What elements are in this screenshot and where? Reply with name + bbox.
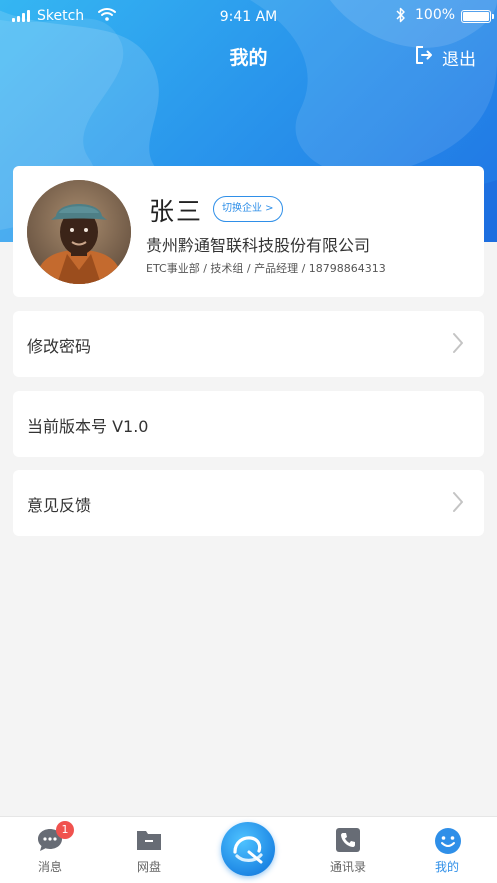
tab-label: 通讯录 — [329, 860, 366, 874]
center-action-button[interactable] — [221, 822, 275, 876]
tab-label: 消息 — [37, 860, 62, 874]
change-password-label: 修改密码 — [27, 337, 92, 356]
version-label: 当前版本号 V1.0 — [27, 417, 149, 436]
battery-percent: 100% — [415, 7, 456, 23]
user-name: 张三 — [149, 197, 204, 226]
profile-screen: Sketch 9:41 AM 100% 我的 退出 张三 切换企业 > 贵州黔通… — [0, 0, 497, 883]
user-meta: ETC事业部 / 技术组 / 产品经理 / 18798864313 — [146, 262, 386, 275]
profile-card: 张三 切换企业 > 贵州黔通智联科技股份有限公司 ETC事业部 / 技术组 / … — [13, 166, 484, 297]
avatar[interactable] — [27, 180, 131, 284]
smiley-icon — [434, 827, 461, 854]
change-password-row[interactable]: 修改密码 — [13, 311, 484, 377]
tab-messages[interactable]: 1 消息 — [10, 817, 90, 883]
bluetooth-icon — [396, 7, 406, 27]
tab-contacts[interactable]: 通讯录 — [308, 817, 388, 883]
tab-label: 网盘 — [136, 860, 161, 874]
chevron-right-icon — [452, 491, 464, 517]
logout-button[interactable]: 退出 — [414, 45, 476, 70]
center-logo-icon — [221, 836, 275, 880]
tab-label: 我的 — [434, 860, 459, 874]
tab-mine[interactable]: 我的 — [407, 817, 487, 883]
feedback-row[interactable]: 意见反馈 — [13, 470, 484, 536]
logout-icon — [414, 45, 434, 70]
company-name: 贵州黔通智联科技股份有限公司 — [146, 236, 371, 255]
feedback-label: 意见反馈 — [27, 496, 92, 515]
logout-label: 退出 — [442, 50, 476, 70]
status-bar: Sketch 9:41 AM 100% — [0, 0, 497, 34]
unread-badge: 1 — [56, 821, 74, 839]
tab-netdisk[interactable]: 网盘 — [109, 817, 189, 883]
version-row: 当前版本号 V1.0 — [13, 391, 484, 457]
phone-book-icon — [335, 827, 361, 853]
folder-icon — [136, 827, 162, 853]
chevron-right-icon — [452, 332, 464, 358]
battery-icon — [461, 10, 494, 23]
switch-company-button[interactable]: 切换企业 > — [213, 196, 283, 222]
